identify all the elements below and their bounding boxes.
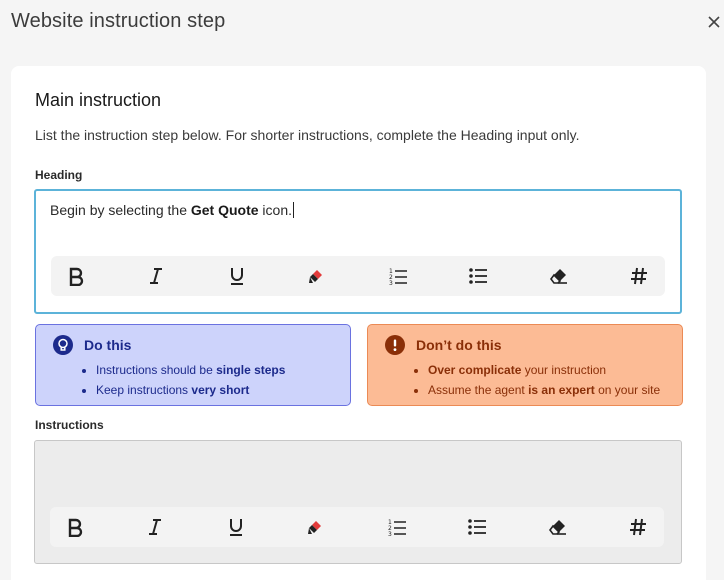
dont-tip-item-text-end: your instruction — [521, 363, 607, 377]
exclamation-icon — [385, 335, 405, 355]
dont-tip-item-text-end: on your site — [594, 383, 661, 397]
dont-tip-item-bold: Over complicate — [428, 363, 522, 377]
heading-toolbar: 123 — [51, 256, 665, 296]
bullet-list-icon — [468, 519, 486, 535]
do-tip-title: Do this — [84, 337, 132, 353]
do-tip-list: Instructions should be single steps Keep… — [96, 360, 285, 400]
dialog-title: Website instruction step — [11, 10, 226, 32]
dont-tip-list: Over complicate your instruction Assume … — [428, 360, 660, 400]
section-description: List the instruction step below. For sho… — [35, 127, 580, 143]
close-button[interactable] — [704, 12, 724, 32]
heading-text-end: icon. — [258, 202, 293, 218]
italic-icon — [150, 268, 162, 284]
underline-icon — [231, 268, 243, 285]
dont-do-this-tip: Don’t do this Over complicate your instr… — [367, 324, 683, 406]
ordered-list-icon: 123 — [388, 519, 406, 537]
heading-label: Heading — [35, 168, 83, 182]
highlight-button[interactable] — [297, 256, 337, 296]
ordered-list-button[interactable]: 123 — [378, 256, 418, 296]
ordered-list-button[interactable]: 123 — [377, 507, 417, 547]
underline-icon — [230, 519, 242, 536]
eraser-icon — [550, 269, 567, 284]
heading-editor[interactable]: Begin by selecting the Get Quote icon. 1… — [34, 189, 682, 314]
lightbulb-icon — [53, 335, 73, 355]
dont-tip-item: Assume the agent is an expert on your si… — [428, 380, 660, 400]
hashtag-button[interactable] — [619, 256, 659, 296]
italic-button[interactable] — [135, 507, 175, 547]
do-tip-item: Instructions should be single steps — [96, 360, 285, 380]
clear-format-button[interactable] — [539, 256, 579, 296]
dont-tip-item: Over complicate your instruction — [428, 360, 660, 380]
bold-icon — [68, 518, 83, 537]
underline-button[interactable] — [216, 507, 256, 547]
instructions-editor[interactable]: 123 — [34, 440, 682, 564]
section-title: Main instruction — [35, 90, 162, 110]
do-tip-item-text: Keep instructions — [96, 383, 192, 397]
hashtag-icon — [630, 518, 646, 536]
instruction-card: Main instruction List the instruction st… — [11, 66, 706, 580]
do-this-tip: Do this Instructions should be single st… — [35, 324, 351, 406]
bullet-list-icon — [469, 268, 487, 284]
close-icon — [708, 16, 720, 28]
highlighter-icon — [309, 270, 322, 283]
hashtag-button[interactable] — [618, 507, 658, 547]
clear-format-button[interactable] — [538, 507, 578, 547]
bold-button[interactable] — [55, 507, 95, 547]
bullet-list-button[interactable] — [457, 507, 497, 547]
dont-tip-title: Don’t do this — [416, 337, 502, 353]
text-caret — [293, 202, 295, 218]
hashtag-icon — [631, 267, 647, 285]
bold-button[interactable] — [56, 256, 96, 296]
do-tip-item: Keep instructions very short — [96, 380, 285, 400]
svg-text:3: 3 — [389, 280, 393, 286]
eraser-icon — [549, 520, 566, 535]
underline-button[interactable] — [217, 256, 257, 296]
instructions-toolbar: 123 — [50, 507, 664, 547]
svg-text:3: 3 — [388, 531, 392, 537]
heading-text-bold: Get Quote — [190, 202, 259, 218]
heading-text-start: Begin by selecting the — [50, 202, 191, 218]
instructions-label: Instructions — [35, 418, 104, 432]
do-tip-item-bold: very short — [191, 383, 250, 397]
dont-tip-item-bold: is an expert — [528, 383, 595, 397]
do-tip-item-text: Instructions should be — [96, 363, 217, 377]
highlighter-icon — [308, 521, 321, 534]
bold-icon — [69, 267, 84, 286]
italic-button[interactable] — [136, 256, 176, 296]
italic-icon — [149, 519, 161, 535]
dont-tip-item-text: Assume the agent — [428, 383, 529, 397]
bullet-list-button[interactable] — [458, 256, 498, 296]
heading-text[interactable]: Begin by selecting the Get Quote icon. — [50, 202, 295, 218]
do-tip-item-bold: single steps — [216, 363, 286, 377]
highlight-button[interactable] — [296, 507, 336, 547]
ordered-list-icon: 123 — [389, 268, 407, 286]
